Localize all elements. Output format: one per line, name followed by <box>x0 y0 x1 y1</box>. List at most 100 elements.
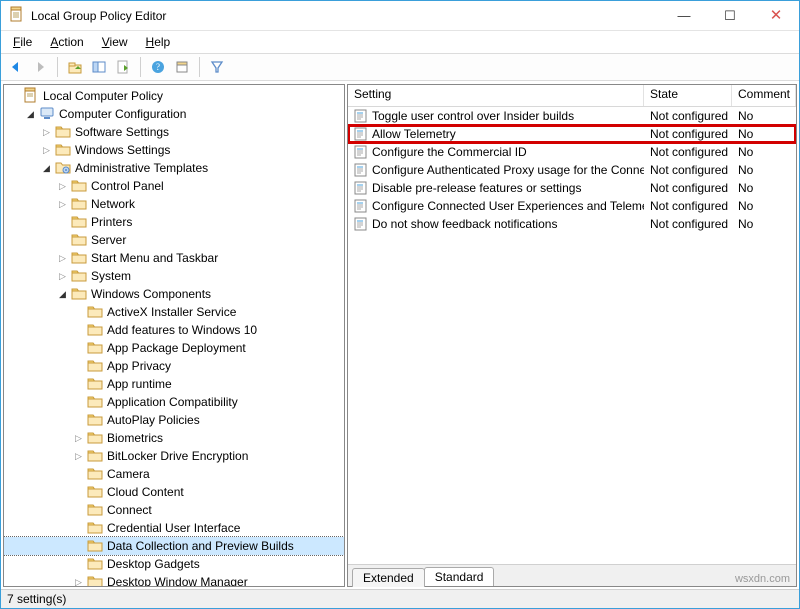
collapse-icon[interactable]: ◢ <box>24 108 37 121</box>
list-row[interactable]: Disable pre-release features or settings… <box>348 179 796 197</box>
tree-label: App runtime <box>107 377 172 391</box>
tree-control-panel[interactable]: ▷Control Panel <box>4 177 344 195</box>
window-title: Local Group Policy Editor <box>31 9 166 23</box>
tree-label: Network <box>91 197 135 211</box>
tree-activex[interactable]: ▷ActiveX Installer Service <box>4 303 344 321</box>
up-button[interactable] <box>64 56 86 78</box>
tree-camera[interactable]: ▷Camera <box>4 465 344 483</box>
menu-help[interactable]: Help <box>138 33 179 51</box>
setting-label: Do not show feedback notifications <box>372 217 557 231</box>
tree-connect[interactable]: ▷Connect <box>4 501 344 519</box>
folder-icon <box>23 87 39 106</box>
tree-desktop-wm[interactable]: ▷Desktop Window Manager <box>4 573 344 587</box>
filter-button[interactable] <box>206 56 228 78</box>
expand-icon[interactable]: ▷ <box>56 270 69 283</box>
list-row[interactable]: Configure Connected User Experiences and… <box>348 197 796 215</box>
separator <box>140 57 141 77</box>
folder-icon <box>87 501 103 520</box>
expand-icon[interactable]: ▷ <box>72 450 85 463</box>
tree-pane[interactable]: ▷Local Computer Policy◢Computer Configur… <box>3 84 345 587</box>
show-hide-tree-button[interactable] <box>88 56 110 78</box>
folder-icon <box>87 357 103 376</box>
menu-view[interactable]: View <box>94 33 136 51</box>
expand-icon[interactable]: ▷ <box>56 252 69 265</box>
tree-desktop-gadgets[interactable]: ▷Desktop Gadgets <box>4 555 344 573</box>
tree-add-features[interactable]: ▷Add features to Windows 10 <box>4 321 344 339</box>
tree-system[interactable]: ▷System <box>4 267 344 285</box>
col-setting[interactable]: Setting <box>348 85 644 106</box>
col-comment[interactable]: Comment <box>732 85 796 106</box>
collapse-icon[interactable]: ◢ <box>40 162 53 175</box>
tree-app-package[interactable]: ▷App Package Deployment <box>4 339 344 357</box>
state-cell: Not configured <box>644 181 732 195</box>
app-icon <box>9 6 25 25</box>
comment-cell: No <box>732 109 796 123</box>
tree-app-compat[interactable]: ▷Application Compatibility <box>4 393 344 411</box>
collapse-icon[interactable]: ◢ <box>56 288 69 301</box>
setting-label: Toggle user control over Insider builds <box>372 109 574 123</box>
tree-root[interactable]: ▷Local Computer Policy <box>4 87 344 105</box>
close-button[interactable]: ✕ <box>753 1 799 31</box>
back-button[interactable] <box>5 56 27 78</box>
list-row[interactable]: Allow TelemetryNot configuredNo <box>348 125 796 143</box>
expand-icon[interactable]: ▷ <box>40 144 53 157</box>
expand-icon[interactable]: ▷ <box>56 180 69 193</box>
comment-cell: No <box>732 199 796 213</box>
tree-network[interactable]: ▷ Network <box>4 195 344 213</box>
expand-icon[interactable]: ▷ <box>40 126 53 139</box>
maximize-button[interactable]: ☐ <box>707 1 753 31</box>
col-state[interactable]: State <box>644 85 732 106</box>
tree-cred-ui[interactable]: ▷Credential User Interface <box>4 519 344 537</box>
folder-icon <box>87 303 103 322</box>
tree-biometrics[interactable]: ▷Biometrics <box>4 429 344 447</box>
folder-icon <box>55 141 71 160</box>
tree-server[interactable]: ▷Server <box>4 231 344 249</box>
tree-label: Start Menu and Taskbar <box>91 251 218 265</box>
list-row[interactable]: Configure the Commercial IDNot configure… <box>348 143 796 161</box>
tree-start-menu[interactable]: ▷ Start Menu and Taskbar <box>4 249 344 267</box>
setting-cell: Toggle user control over Insider builds <box>348 109 644 123</box>
expand-icon[interactable]: ▷ <box>72 432 85 445</box>
tree-label: Credential User Interface <box>107 521 240 535</box>
forward-button[interactable] <box>29 56 51 78</box>
tree-label: Printers <box>91 215 132 229</box>
expand-icon[interactable]: ▷ <box>56 198 69 211</box>
state-cell: Not configured <box>644 217 732 231</box>
titlebar: Local Group Policy Editor — ☐ ✕ <box>1 1 799 31</box>
folder-icon <box>39 105 55 124</box>
setting-label: Configure Authenticated Proxy usage for … <box>372 163 644 177</box>
tree-label: Data Collection and Preview Builds <box>107 539 294 553</box>
tab-extended[interactable]: Extended <box>352 568 425 587</box>
menu-action[interactable]: Action <box>42 33 91 51</box>
tree-windows-components[interactable]: ◢Windows Components <box>4 285 344 303</box>
properties-button[interactable] <box>171 56 193 78</box>
tree-app-runtime[interactable]: ▷App runtime <box>4 375 344 393</box>
minimize-button[interactable]: — <box>661 1 707 31</box>
tree-cloud[interactable]: ▷Cloud Content <box>4 483 344 501</box>
tree-bitlocker[interactable]: ▷BitLocker Drive Encryption <box>4 447 344 465</box>
tree-autoplay[interactable]: ▷AutoPlay Policies <box>4 411 344 429</box>
list-row[interactable]: Toggle user control over Insider builds N… <box>348 107 796 125</box>
comment-cell: No <box>732 145 796 159</box>
expand-icon[interactable]: ▷ <box>72 576 85 588</box>
tree-printers[interactable]: ▷Printers <box>4 213 344 231</box>
tree-computer-config[interactable]: ◢Computer Configuration <box>4 105 344 123</box>
folder-icon <box>71 249 87 268</box>
folder-icon <box>71 213 87 232</box>
tree-windows-settings[interactable]: ▷Windows Settings <box>4 141 344 159</box>
export-button[interactable] <box>112 56 134 78</box>
state-cell: Not configured <box>644 145 732 159</box>
tree-label: ActiveX Installer Service <box>107 305 236 319</box>
setting-cell: Disable pre-release features or settings <box>348 181 644 195</box>
tree-software-settings[interactable]: ▷Software Settings <box>4 123 344 141</box>
view-tabs: Extended Standard <box>348 564 796 586</box>
menu-file[interactable]: File <box>5 33 40 51</box>
list-row[interactable]: Do not show feedback notifications Not co… <box>348 215 796 233</box>
list-row[interactable]: Configure Authenticated Proxy usage for … <box>348 161 796 179</box>
tree-app-privacy[interactable]: ▷App Privacy <box>4 357 344 375</box>
tab-standard[interactable]: Standard <box>424 567 495 586</box>
help-button[interactable]: ? <box>147 56 169 78</box>
folder-icon <box>87 411 103 430</box>
tree-data-collection[interactable]: ▷Data Collection and Preview Builds <box>4 537 344 555</box>
tree-admin-templates[interactable]: ◢Administrative Templates <box>4 159 344 177</box>
